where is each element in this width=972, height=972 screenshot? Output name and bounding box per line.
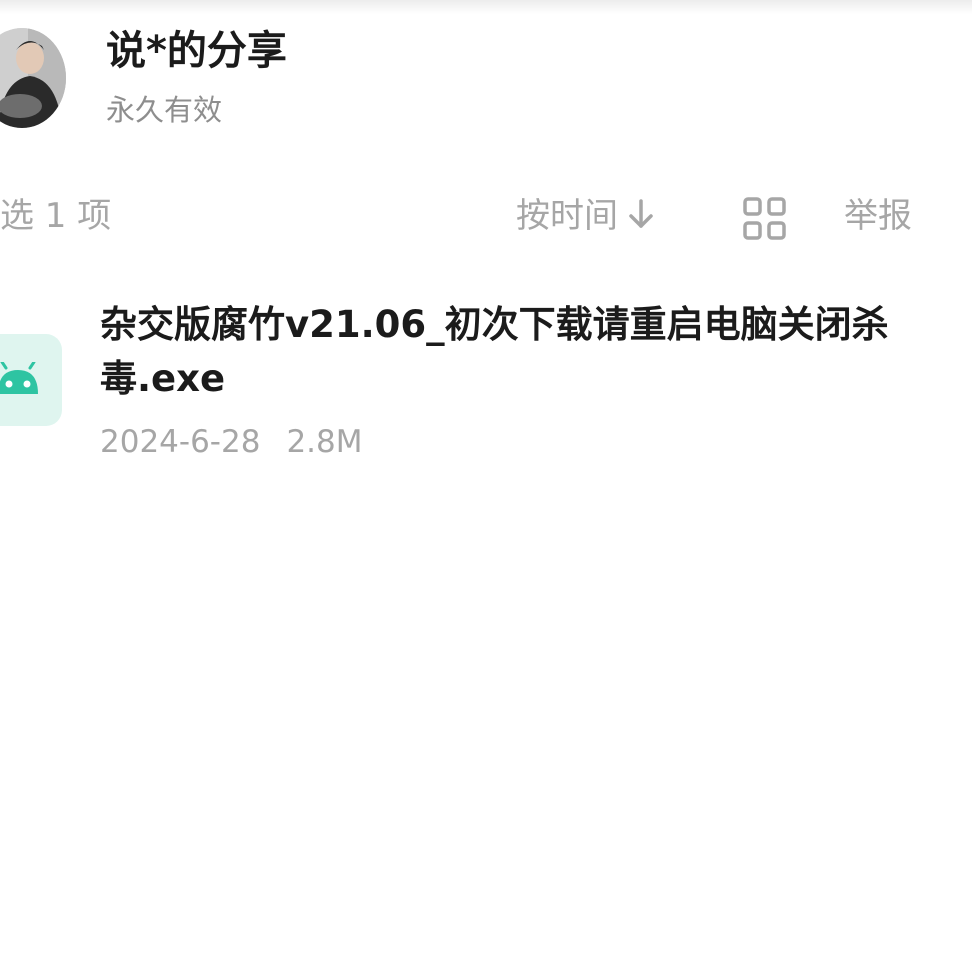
selected-count[interactable]: 选 1 项 <box>0 193 111 239</box>
file-list-item[interactable]: 杂交版腐竹v21.06_初次下载请重启电脑关闭杀毒.exe 2024-6-28 2… <box>0 296 972 476</box>
grid-view-icon <box>743 197 786 240</box>
sort-label: 按时间 <box>516 196 618 236</box>
share-validity: 永久有效 <box>106 93 223 127</box>
status-bar-shade <box>0 0 972 14</box>
file-size: 2.8M <box>286 424 363 460</box>
avatar[interactable] <box>0 28 66 128</box>
report-button[interactable]: 举报 <box>844 193 912 239</box>
arrow-down-icon <box>626 197 656 235</box>
file-meta: 2024-6-28 2.8M <box>100 420 362 464</box>
file-name: 杂交版腐竹v21.06_初次下载请重启电脑关闭杀毒.exe <box>100 303 889 400</box>
sharer-name: 说*的分享 <box>106 28 287 74</box>
file-date: 2024-6-28 <box>100 424 261 460</box>
android-icon <box>0 334 62 426</box>
avatar-photo <box>0 28 66 128</box>
sort-by-time-button[interactable]: 按时间 <box>516 193 656 239</box>
grid-view-button[interactable] <box>742 196 788 242</box>
